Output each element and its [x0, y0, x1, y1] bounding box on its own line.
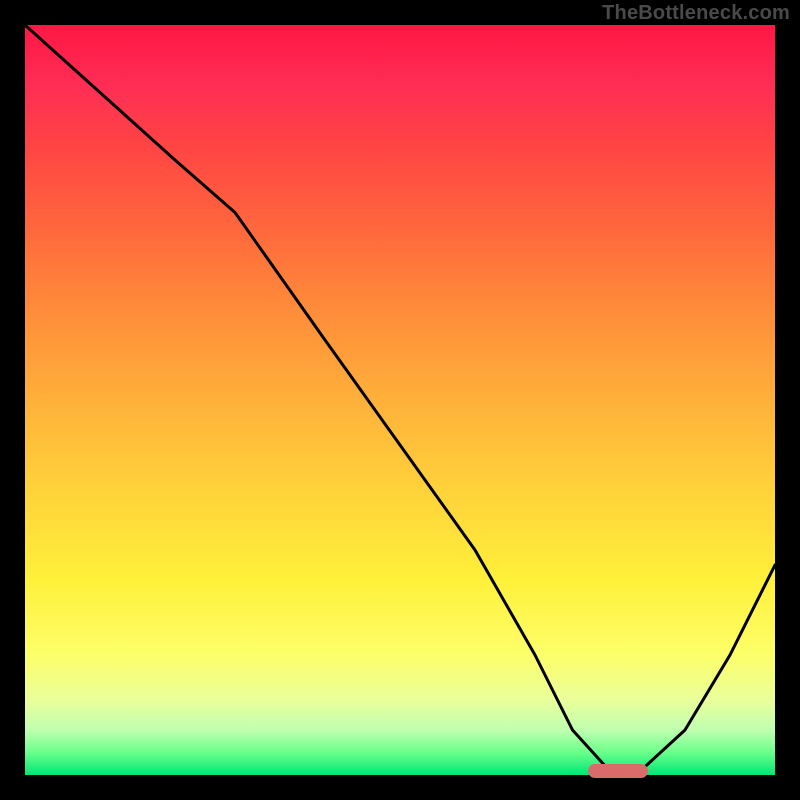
bottleneck-curve: [25, 25, 775, 771]
chart-container: TheBottleneck.com: [0, 0, 800, 800]
optimal-range-marker: [588, 764, 648, 778]
bottleneck-curve-svg: [25, 25, 775, 775]
watermark-label: TheBottleneck.com: [602, 2, 790, 25]
